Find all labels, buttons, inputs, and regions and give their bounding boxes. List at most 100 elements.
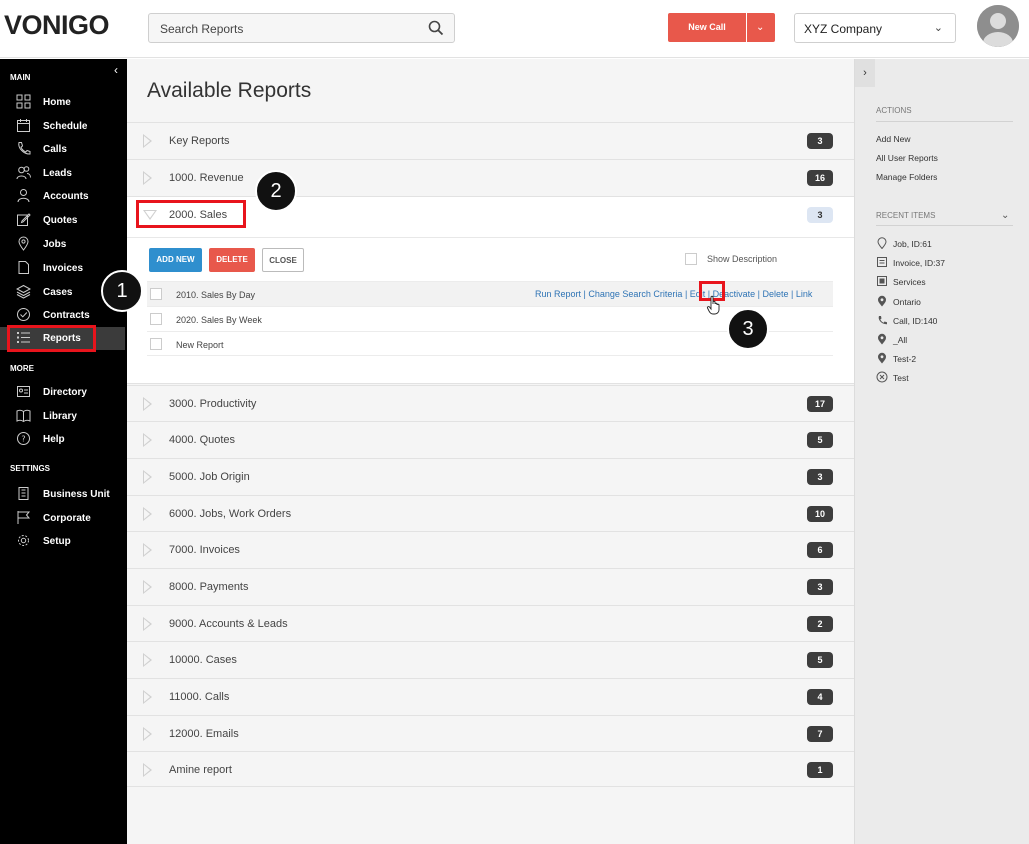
sidebar-item-accounts[interactable]: Accounts [0,185,125,207]
report-group-header[interactable]: 2000. Sales 3 [127,197,854,238]
sidebar-item-library[interactable]: Library [0,405,125,427]
recent-item[interactable]: Ontario [876,295,1016,311]
grid-icon [16,94,31,109]
report-group-name: 6000. Jobs, Work Orders [169,508,292,520]
sidebar-item-calls[interactable]: Calls [0,138,125,160]
report-checkbox[interactable] [150,338,162,350]
sidebar-item-label: Cases [43,287,73,298]
company-select-value: XYZ Company [804,22,883,36]
sidebar-item-label: Business Unit [43,489,110,500]
flag-icon [17,511,31,524]
report-group-row[interactable]: 4000. Quotes 5 [127,421,854,457]
location-icon [878,295,886,307]
svg-text:?: ? [21,435,25,444]
sidebar-item-label: Corporate [43,513,91,524]
change-search-criteria-link[interactable]: Change Search Criteria [588,289,682,299]
add-new-button[interactable]: ADD NEW [149,248,202,272]
sidebar-item-schedule[interactable]: Schedule [0,115,125,137]
report-group-row[interactable]: Key Reports 3 [127,122,854,158]
recent-item[interactable]: Test-2 [876,352,1016,368]
collapse-right-panel-icon[interactable]: › [855,59,875,87]
link-link[interactable]: Link [796,289,813,299]
recent-item[interactable]: Test [876,371,1016,387]
report-group-row[interactable]: 1000. Revenue 16 [127,159,854,195]
report-group-name: 5000. Job Origin [169,471,250,483]
sidebar-item-corporate[interactable]: Corporate [0,507,125,529]
report-group-row[interactable]: Amine report 1 [127,751,854,787]
show-description-checkbox[interactable] [685,253,697,265]
sidebar-item-label: Quotes [43,215,78,226]
recent-item[interactable]: Invoice, ID:37 [876,256,1016,272]
sidebar-section-main: MAIN [10,73,31,82]
top-bar: VONIGO Search Reports New Call ⌄ XYZ Com… [0,0,1029,58]
chevron-down-icon: ⌄ [756,22,765,33]
manage-folders-link[interactable]: Manage Folders [876,172,937,182]
company-select[interactable]: XYZ Company ⌄ [794,13,956,43]
sidebar-item-quotes[interactable]: Quotes [0,209,125,231]
report-name[interactable]: 2010. Sales By Day [176,290,255,300]
phone-icon [18,142,31,155]
recent-item[interactable]: Call, ID:140 [876,314,1016,330]
report-group-row[interactable]: 9000. Accounts & Leads 2 [127,605,854,641]
search-icon[interactable] [428,20,444,36]
report-group-row[interactable]: 8000. Payments 3 [127,568,854,604]
user-avatar[interactable] [977,5,1019,47]
report-count-badge: 17 [807,396,833,412]
annotation-step-badge: 3 [727,308,769,350]
report-group-row[interactable]: 3000. Productivity 17 [127,385,854,421]
hand-cursor-icon [706,295,720,315]
vonigo-logo[interactable]: VONIGO [4,10,110,41]
building-icon [18,487,29,500]
report-checkbox[interactable] [150,313,162,325]
close-button[interactable]: CLOSE [262,248,304,272]
sidebar-item-business-unit[interactable]: Business Unit [0,483,125,505]
services-icon [877,276,887,286]
recent-item-label: _All [893,335,908,345]
report-count-badge: 5 [807,432,833,448]
sidebar-item-help[interactable]: ? Help [0,428,125,450]
report-checkbox[interactable] [150,288,162,300]
recent-item[interactable]: Services [876,275,1016,291]
layers-icon [16,284,31,299]
all-user-reports-link[interactable]: All User Reports [876,153,938,163]
report-name[interactable]: New Report [176,340,224,350]
new-call-button[interactable]: New Call [668,13,746,42]
report-group-name: 11000. Calls [169,691,230,703]
run-report-link[interactable]: Run Report [535,289,581,299]
sidebar-item-directory[interactable]: Directory [0,381,125,403]
report-group-row[interactable]: 11000. Calls 4 [127,678,854,714]
report-group-row[interactable]: 7000. Invoices 6 [127,531,854,567]
new-call-dropdown-button[interactable]: ⌄ [747,13,775,42]
actions-heading: ACTIONS [876,106,912,115]
edit-icon [17,213,31,226]
sidebar-item-label: Jobs [43,239,67,250]
add-new-link[interactable]: Add New [876,134,911,144]
search-reports-input[interactable]: Search Reports [148,13,455,43]
report-group-row[interactable]: 10000. Cases 5 [127,641,854,677]
sidebar-item-home[interactable]: Home [0,91,125,113]
report-group-row[interactable]: 12000. Emails 7 [127,715,854,751]
recent-item-label: Ontario [893,297,921,307]
report-name[interactable]: 2020. Sales By Week [176,315,262,325]
report-group-row[interactable]: 5000. Job Origin 3 [127,458,854,494]
sidebar-item-jobs[interactable]: Jobs [0,233,125,255]
delete-button[interactable]: DELETE [209,248,255,272]
sidebar-item-label: Help [43,434,65,445]
report-count-badge: 3 [807,133,833,149]
sidebar-item-leads[interactable]: Leads [0,162,125,184]
recent-item[interactable]: Job, ID:61 [876,237,1016,253]
report-group-name: 7000. Invoices [169,544,240,556]
delete-link[interactable]: Delete [763,289,789,299]
chevron-down-icon[interactable]: ⌄ [1001,210,1009,221]
sidebar-item-label: Contracts [43,310,90,321]
sidebar-item-label: Home [43,97,71,108]
show-description-label: Show Description [707,254,778,264]
recent-item-label: Services [893,277,926,287]
right-panel: › ACTIONS Add New All User Reports Manag… [854,59,1029,844]
recent-item[interactable]: _All [876,333,1016,349]
collapse-sidebar-icon[interactable]: ‹ [114,63,118,77]
report-count-badge: 3 [807,579,833,595]
sidebar-item-contracts[interactable]: Contracts [0,304,125,326]
report-group-row[interactable]: 6000. Jobs, Work Orders 10 [127,495,854,531]
sidebar-item-setup[interactable]: Setup [0,530,125,552]
